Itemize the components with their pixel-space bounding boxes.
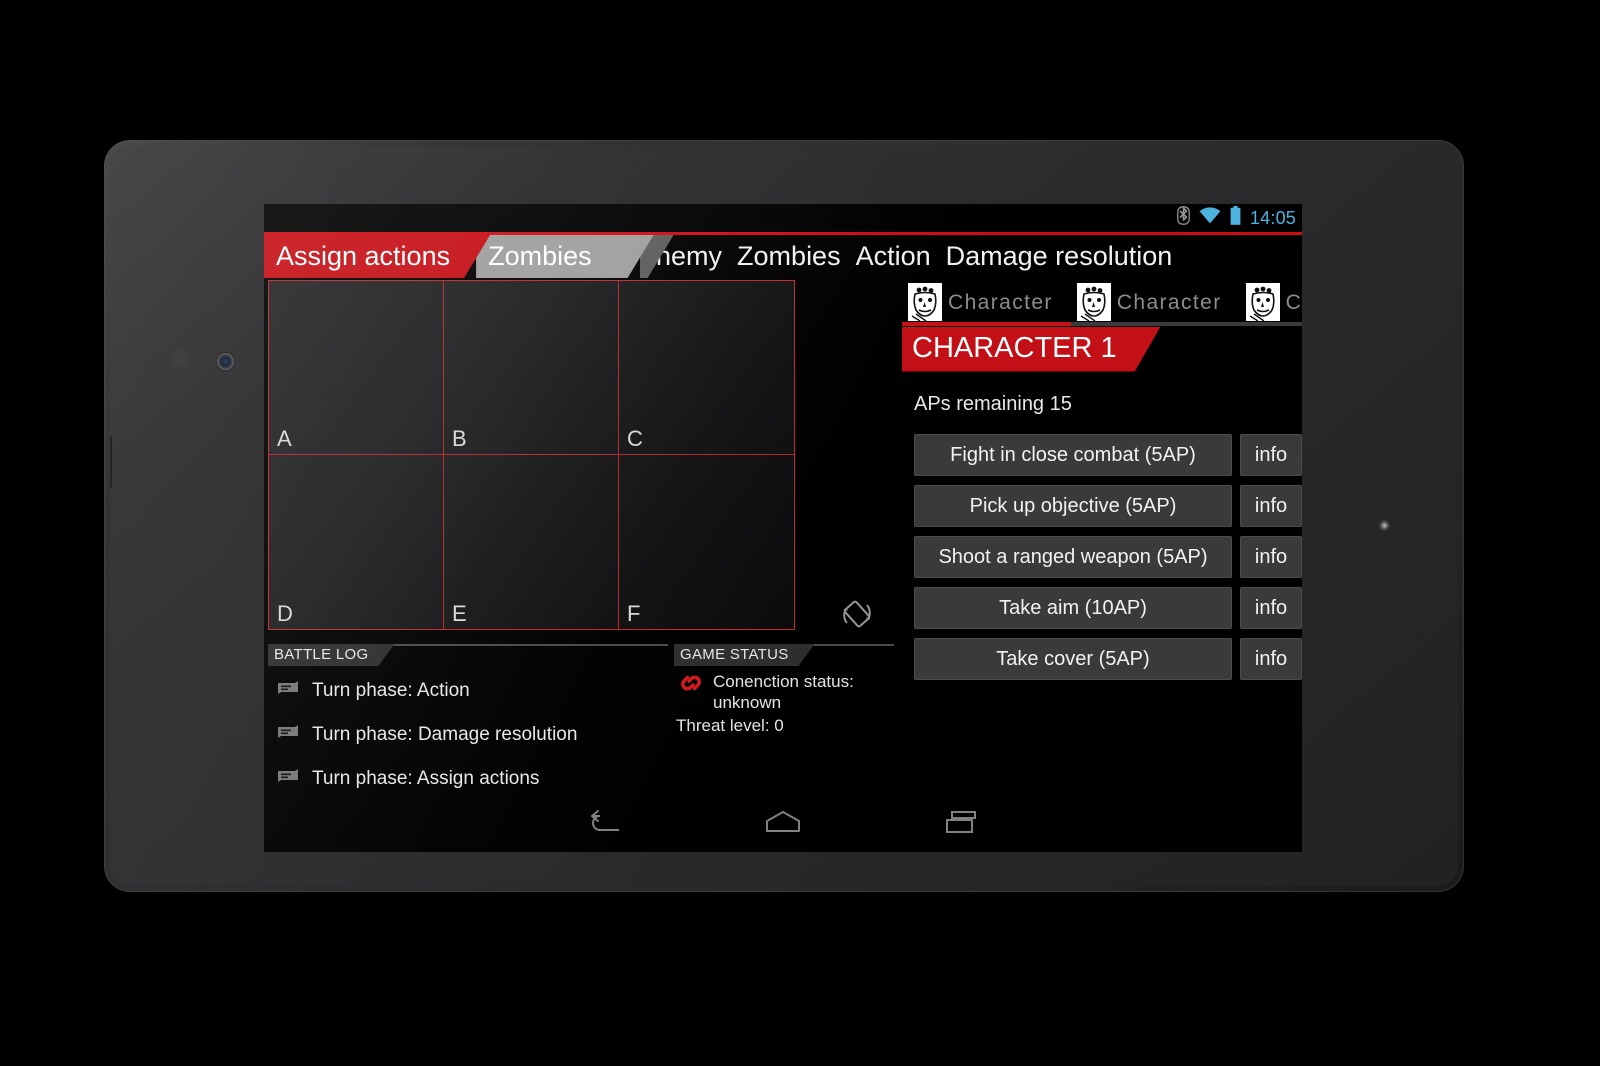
- log-message-icon: [278, 725, 298, 743]
- proximity-sensor-icon: [167, 346, 193, 372]
- map-cell-label: B: [452, 428, 467, 450]
- phase-tab-label: Assign actions: [276, 243, 450, 270]
- tab-underline: [1071, 322, 1240, 326]
- character-tab-label: Cha: [1286, 292, 1302, 313]
- character-tab-label: Character: [1117, 292, 1222, 313]
- tablet-device: 14:05 Assign actions Zombies Enemy: [104, 140, 1464, 892]
- upcoming-phase-zombies: Zombies: [737, 243, 841, 270]
- phase-tab-group: Assign actions Zombies: [264, 235, 660, 278]
- map-cell-label: C: [627, 428, 643, 450]
- info-button-shoot-a-ranged-weapon[interactable]: info: [1240, 536, 1302, 578]
- action-button-take-cover[interactable]: Take cover (5AP): [914, 638, 1232, 680]
- screen-rotation-icon[interactable]: [837, 594, 877, 634]
- main-content: A B C D E F: [264, 278, 1302, 852]
- log-entry-text: Turn phase: Action: [312, 681, 470, 700]
- upcoming-phase-list: Enemy Zombies Action Damage resolution: [638, 235, 1172, 278]
- map-cell-label: E: [452, 603, 467, 625]
- info-button-fight-in-close-combat[interactable]: info: [1240, 434, 1302, 476]
- battle-map-grid[interactable]: A B C D E F: [268, 280, 795, 630]
- aps-remaining-label: APs remaining 15: [902, 370, 1302, 414]
- recents-icon[interactable]: [944, 809, 978, 840]
- action-button-pick-up-objective[interactable]: Pick up objective (5AP): [914, 485, 1232, 527]
- turn-phase-bar: Assign actions Zombies Enemy Zombies Act…: [264, 232, 1302, 278]
- threat-level-text: Threat level: 0: [674, 713, 894, 734]
- notification-led-icon: [1379, 520, 1390, 531]
- wifi-icon: [1199, 207, 1221, 229]
- phase-tab-zombies[interactable]: Zombies: [476, 235, 654, 278]
- front-camera-icon: [217, 353, 234, 370]
- status-bar: 14:05: [264, 204, 1302, 232]
- character-panel: Character: [902, 278, 1302, 852]
- phase-tab-assign-actions[interactable]: Assign actions: [264, 235, 490, 278]
- game-status-header: GAME STATUS: [674, 644, 894, 666]
- character-tab-3[interactable]: Cha: [1240, 278, 1302, 326]
- action-button-shoot-a-ranged-weapon[interactable]: Shoot a ranged weapon (5AP): [914, 536, 1232, 578]
- action-row: Take cover (5AP) info: [914, 638, 1302, 680]
- map-cell-label: A: [277, 428, 292, 450]
- game-status-panel: GAME STATUS Cone: [674, 644, 894, 804]
- map-cell-c[interactable]: C: [619, 281, 794, 455]
- character-tab-strip[interactable]: Character: [902, 278, 1302, 326]
- log-entry[interactable]: Turn phase: Action: [268, 668, 668, 712]
- action-row: Shoot a ranged weapon (5AP) info: [914, 536, 1302, 578]
- info-button-pick-up-objective[interactable]: info: [1240, 485, 1302, 527]
- android-navigation-bar: [264, 796, 1302, 852]
- action-row: Take aim (10AP) info: [914, 587, 1302, 629]
- log-entry[interactable]: Turn phase: Damage resolution: [268, 712, 668, 756]
- action-button-fight-in-close-combat[interactable]: Fight in close combat (5AP): [914, 434, 1232, 476]
- battle-log-title: BATTLE LOG: [268, 644, 394, 666]
- character-tab-2[interactable]: Character: [1071, 278, 1240, 326]
- log-entry[interactable]: Turn phase: Assign actions: [268, 756, 668, 800]
- battery-icon: [1230, 206, 1241, 230]
- connection-status-text: Conenction status: unknown: [713, 671, 854, 713]
- tab-underline: [902, 322, 1071, 326]
- broken-link-icon: [678, 671, 704, 700]
- action-row: Pick up objective (5AP) info: [914, 485, 1302, 527]
- phase-tab-label: Zombies: [488, 243, 592, 270]
- upcoming-phase-damage-resolution: Damage resolution: [946, 243, 1173, 270]
- power-button[interactable]: [110, 436, 112, 488]
- character-tab-1[interactable]: Character: [902, 278, 1071, 326]
- home-icon[interactable]: [764, 809, 802, 840]
- device-screen: 14:05 Assign actions Zombies Enemy: [264, 204, 1302, 852]
- log-message-icon: [278, 769, 298, 787]
- battle-log-panel: BATTLE LOG Turn phase: Action: [268, 644, 668, 804]
- info-button-take-cover[interactable]: info: [1240, 638, 1302, 680]
- character-tab-label: Character: [948, 292, 1053, 313]
- battle-log-list[interactable]: Turn phase: Action Turn phase: Damage re…: [268, 668, 668, 800]
- action-list: Fight in close combat (5AP) info Pick up…: [902, 434, 1302, 680]
- log-entry-text: Turn phase: Assign actions: [312, 769, 539, 788]
- bluetooth-icon: [1177, 206, 1190, 230]
- screenshot-root: 14:05 Assign actions Zombies Enemy: [0, 0, 1600, 1066]
- info-button-take-aim[interactable]: info: [1240, 587, 1302, 629]
- log-message-icon: [278, 681, 298, 699]
- map-cell-a[interactable]: A: [269, 281, 444, 455]
- status-bar-clock: 14:05: [1250, 209, 1296, 228]
- map-cell-b[interactable]: B: [444, 281, 619, 455]
- action-row: Fight in close combat (5AP) info: [914, 434, 1302, 476]
- map-cell-e[interactable]: E: [444, 455, 619, 629]
- character-portrait-icon: [908, 283, 942, 321]
- map-cell-label: F: [627, 603, 640, 625]
- back-icon[interactable]: [588, 809, 622, 840]
- tablet-bezel: 14:05 Assign actions Zombies Enemy: [110, 146, 1458, 886]
- map-cell-f[interactable]: F: [619, 455, 794, 629]
- battle-log-header: BATTLE LOG: [268, 644, 668, 666]
- upcoming-phase-action: Action: [856, 243, 931, 270]
- character-title-banner: CHARACTER 1: [902, 328, 1302, 370]
- game-status-title: GAME STATUS: [674, 644, 815, 666]
- connection-status-row: Conenction status: unknown: [674, 666, 894, 713]
- action-button-take-aim[interactable]: Take aim (10AP): [914, 587, 1232, 629]
- character-portrait-icon: [1077, 283, 1111, 321]
- character-title-text: CHARACTER 1: [902, 327, 1161, 372]
- map-cell-d[interactable]: D: [269, 455, 444, 629]
- tab-underline: [1240, 322, 1302, 326]
- log-entry-text: Turn phase: Damage resolution: [312, 725, 577, 744]
- map-cell-label: D: [277, 603, 293, 625]
- character-portrait-icon: [1246, 283, 1280, 321]
